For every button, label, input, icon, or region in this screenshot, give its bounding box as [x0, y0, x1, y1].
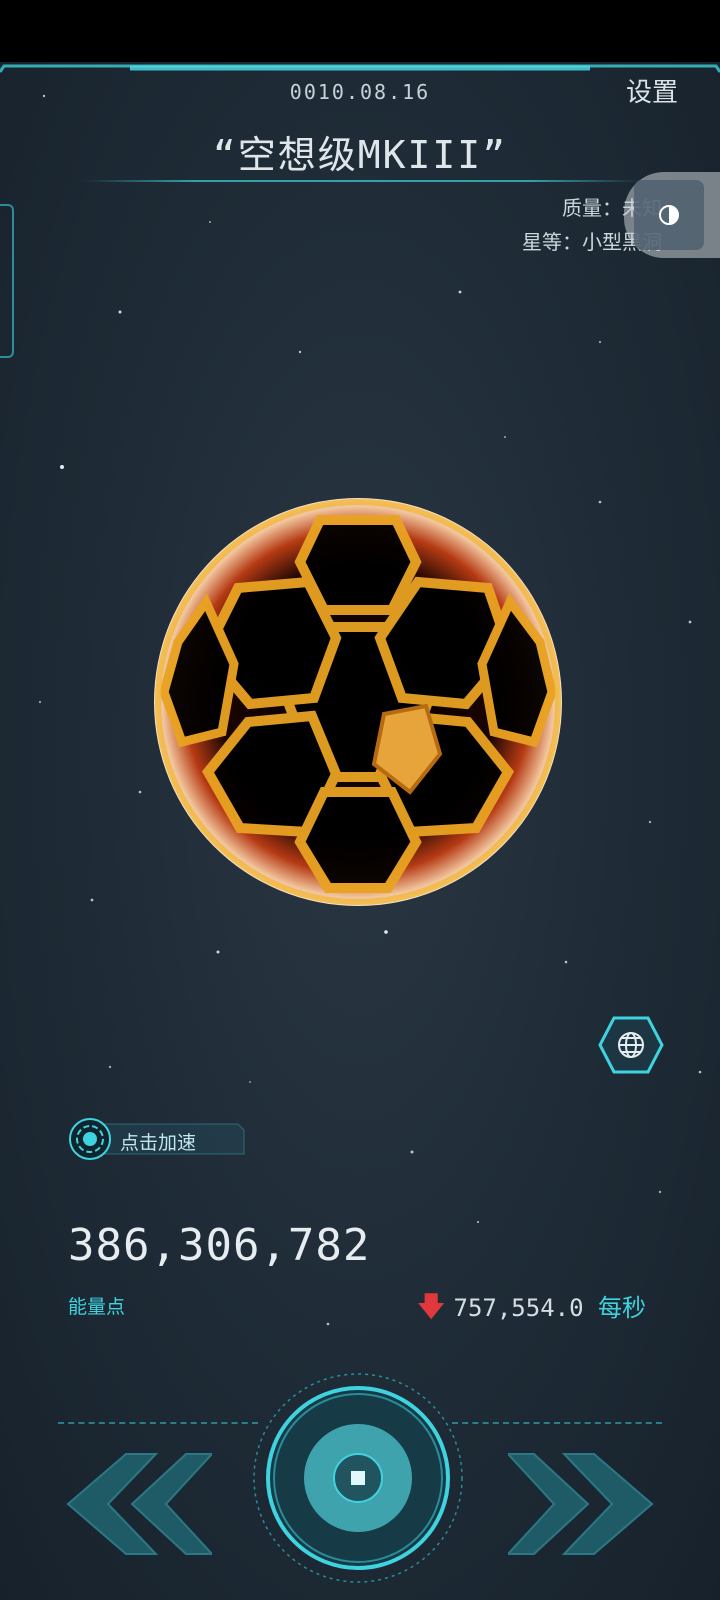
toggle-inner	[634, 180, 704, 250]
title-divider	[82, 180, 642, 182]
energy-points-value: 386,306,782	[68, 1220, 371, 1271]
game-date: 0010.08.16	[289, 80, 431, 104]
floating-toggle-button[interactable]	[624, 172, 720, 258]
accelerate-button[interactable]: 点击加速	[68, 1116, 248, 1164]
bottom-divider-right	[452, 1422, 662, 1424]
left-side-tab[interactable]	[0, 204, 14, 358]
settings-button[interactable]: 设置	[626, 72, 678, 109]
globe-button[interactable]	[598, 1016, 664, 1074]
next-button[interactable]	[508, 1452, 654, 1556]
rate-unit: 每秒	[598, 1294, 646, 1322]
top-frame	[0, 64, 720, 73]
energy-rate: 🡇 757,554.0 每秒	[417, 1286, 646, 1334]
core-button[interactable]	[250, 1368, 466, 1588]
status-bar	[0, 0, 720, 62]
previous-button[interactable]	[66, 1452, 212, 1556]
game-screen: 0010.08.16 设置 “空想级MKIII” 质量：未知 星等：小型黑洞 点…	[0, 62, 720, 1600]
down-arrow-icon: 🡇	[416, 1290, 446, 1323]
rate-value: 757,554.0	[453, 1294, 584, 1322]
double-chevron-left-icon	[66, 1453, 212, 1555]
double-chevron-right-icon	[508, 1453, 654, 1555]
black-hole-sphere[interactable]	[148, 492, 568, 912]
bottom-divider-left	[58, 1422, 258, 1424]
page-title: “空想级MKIII”	[212, 133, 508, 177]
energy-points-label: 能量点	[68, 1296, 126, 1318]
contrast-icon	[659, 205, 679, 225]
accelerate-label: 点击加速	[120, 1132, 197, 1154]
